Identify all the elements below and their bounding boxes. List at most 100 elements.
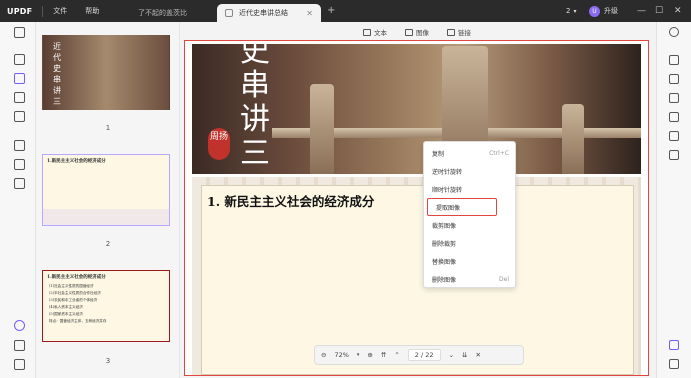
menu-copy[interactable]: 复制 Ctrl+C (424, 144, 517, 162)
search-icon[interactable] (669, 27, 679, 37)
ai-assistant-icon[interactable] (669, 340, 679, 350)
upgrade-button[interactable]: U 升级 (589, 0, 618, 22)
close-tab-icon[interactable]: ✕ (306, 9, 313, 18)
bookmark-icon[interactable] (14, 340, 25, 351)
page-separator: / (421, 351, 424, 359)
tab-gatsby[interactable]: 了不起的盖茨比 (130, 4, 215, 22)
menu-replace-image[interactable]: 替换图像 (424, 252, 517, 270)
ai-icon[interactable] (14, 320, 25, 331)
thumb-line: 特点：国营经济主体，五种经济并存 (49, 319, 107, 323)
context-menu: 复制 Ctrl+C 逆时针旋转 顺时针旋转 提取图像 裁剪图像 删除裁剪 替换图像… (423, 141, 516, 288)
title-char: 史 (240, 44, 270, 69)
menu-label: 删除裁剪 (432, 240, 457, 248)
text-icon (363, 28, 371, 36)
minimize-button[interactable]: — (637, 0, 646, 22)
menu-help[interactable]: 帮助 (85, 6, 99, 16)
layers-icon[interactable] (14, 178, 25, 189)
close-zoom-bar-icon[interactable]: ✕ (475, 351, 480, 359)
title-char: 串 (240, 68, 270, 103)
next-page-icon[interactable]: ⌄ (449, 351, 454, 359)
first-page-icon[interactable]: ⇈ (381, 351, 386, 359)
zoom-in-icon[interactable]: ⊕ (367, 351, 372, 359)
zoom-bar: ⊖ 72% ▾ ⊕ ⇈ ⌃ 2 / 22 ⌄ ⇊ ✕ (314, 345, 524, 365)
menu-file[interactable]: 文件 (53, 6, 67, 16)
form-icon[interactable] (14, 111, 25, 122)
mail-icon[interactable] (669, 131, 679, 141)
thumbnail-panel: 近代史串讲三 1 1.新民主主义社会的经济成分 2 1.新民主主义社会的经济成分… (36, 22, 180, 378)
add-tab-button[interactable]: + (327, 5, 335, 16)
ocr-icon[interactable] (14, 140, 25, 151)
save-icon[interactable] (669, 150, 679, 160)
organize-pages-icon[interactable] (14, 92, 25, 103)
menu-label: 删除图像 (432, 276, 457, 284)
zoom-level[interactable]: 72% (334, 351, 348, 359)
sidebar-toggle-icon[interactable] (14, 27, 25, 38)
menu-remove-crop[interactable]: 删除裁剪 (424, 234, 517, 252)
total-pages: 22 (425, 351, 434, 359)
menu-extract-image[interactable]: 提取图像 (427, 198, 497, 216)
upgrade-label: 升级 (604, 7, 618, 15)
left-toolbar (0, 22, 36, 378)
share-icon[interactable] (669, 112, 679, 122)
menu-label: 裁剪图像 (432, 222, 457, 230)
protect-icon[interactable] (669, 74, 679, 84)
add-link-button[interactable]: 链接 (447, 27, 471, 37)
menu-shortcut: Ctrl+C (489, 149, 509, 157)
comment-icon[interactable] (14, 54, 25, 65)
divider (42, 5, 44, 17)
slide-heading[interactable]: 1. 新民主主义社会的经济成分 (207, 191, 374, 210)
menu-shortcut: Del (499, 275, 509, 283)
title-char: 三 (240, 136, 270, 171)
avatar[interactable]: U (589, 5, 600, 17)
menu-label: 顺时针旋转 (432, 186, 463, 194)
zoom-dropdown-icon[interactable]: ▾ (357, 352, 360, 358)
add-image-button[interactable]: 图像 (405, 27, 429, 37)
chat-icon[interactable] (669, 359, 679, 369)
page-indicator[interactable]: 2 / 22 (407, 349, 441, 361)
author-seal: 周扬 (208, 128, 230, 160)
tab-count-value: 2 (566, 7, 571, 15)
title-char: 讲 (240, 102, 270, 137)
thumb-line: (2)半社会主义性质的合作社经济 (49, 291, 101, 295)
thumb-heading: 1.新民主主义社会的经济成分 (47, 275, 106, 280)
zoom-out-icon[interactable]: ⊖ (321, 351, 326, 359)
maximize-button[interactable]: ☐ (655, 0, 663, 22)
tab-label: 近代史串讲总结 (239, 9, 288, 17)
thumb-title: 近代史串讲三 (53, 42, 61, 106)
menu-rotate-cw[interactable]: 顺时针旋转 (424, 180, 517, 198)
last-page-icon[interactable]: ⇊ (462, 351, 467, 359)
thumbnail-page-3[interactable]: 1.新民主主义社会的经济成分 (1)社会主义性质的国营经济 (2)半社会主义性质… (42, 270, 170, 342)
tab-count[interactable]: 2 ▾ (566, 0, 576, 22)
menu-delete-image[interactable]: 删除图像 Del (424, 270, 517, 288)
thumb-line: (1)社会主义性质的国营经济 (49, 284, 94, 288)
convert-icon[interactable] (669, 55, 679, 65)
pillar (310, 84, 334, 174)
page-number-2: 2 (105, 240, 111, 248)
tab-history[interactable]: 近代史串讲总结 ✕ (217, 4, 321, 22)
add-text-button[interactable]: 文本 (363, 27, 387, 37)
image-icon (405, 28, 413, 36)
menu-label: 提取图像 (436, 204, 461, 212)
link-icon (447, 28, 455, 36)
close-window-button[interactable]: ✕ (674, 0, 682, 22)
thumb-footer (43, 209, 169, 225)
document-view[interactable]: 史 串 讲 三 周扬 1. 新民主主义社会的经济成分 (184, 40, 649, 376)
pillar (562, 104, 584, 174)
menu-crop-image[interactable]: 裁剪图像 (424, 216, 517, 234)
crop-icon[interactable] (14, 159, 25, 170)
menu-rotate-ccw[interactable]: 逆时针旋转 (424, 162, 517, 180)
add-link-label: 链接 (458, 29, 471, 37)
attachment-icon[interactable] (14, 359, 25, 370)
compress-icon[interactable] (669, 93, 679, 103)
edit-pdf-icon[interactable] (14, 73, 25, 84)
edit-toolbar: 文本 图像 链接 (181, 22, 653, 42)
thumbnail-page-2[interactable]: 1.新民主主义社会的经济成分 (42, 154, 170, 226)
thumb-line: (3)农民和手工业者的个体经济 (49, 298, 98, 302)
slide-1-photo[interactable]: 史 串 讲 三 周扬 (192, 44, 641, 174)
prev-page-icon[interactable]: ⌃ (394, 351, 399, 359)
thumb-body: (1)社会主义性质的国营经济 (2)半社会主义性质的合作社经济 (3)农民和手工… (49, 283, 107, 325)
thumbnail-page-1[interactable]: 近代史串讲三 (42, 35, 170, 110)
title-bar: UPDF 文件 帮助 (0, 0, 691, 22)
thumb-heading: 1.新民主主义社会的经济成分 (47, 159, 106, 164)
home-icon (225, 9, 233, 17)
